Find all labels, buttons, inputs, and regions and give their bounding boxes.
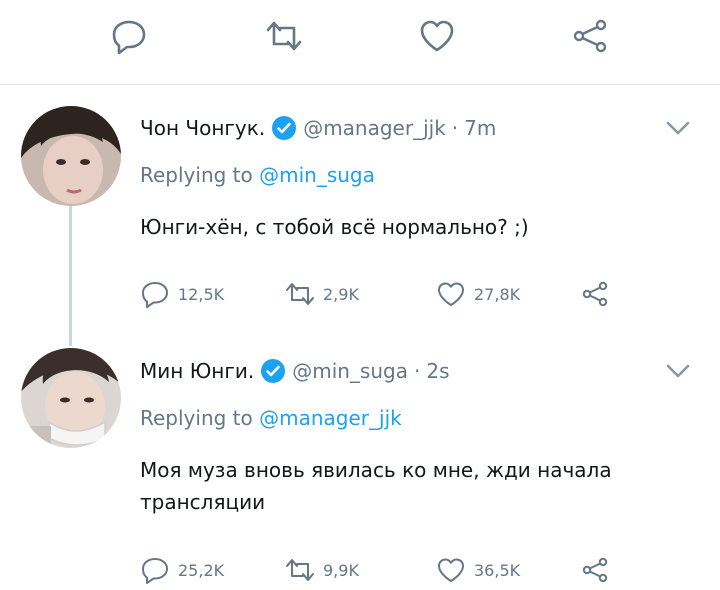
display-name[interactable]: Мин Юнги. bbox=[140, 359, 254, 383]
reply-button[interactable] bbox=[107, 14, 151, 58]
tweet-header: Чон Чонгук. @manager_jjk · 7m bbox=[140, 113, 496, 143]
share-button[interactable] bbox=[568, 14, 612, 58]
timestamp[interactable]: 7m bbox=[464, 116, 496, 140]
share-icon bbox=[582, 557, 608, 583]
tweet-actions: 12,5K 2,9K 27,8K bbox=[140, 277, 640, 311]
tweet-actions: 25,2K 9,9K 36,5K bbox=[140, 553, 640, 587]
user-handle[interactable]: @manager_jjk bbox=[303, 116, 446, 140]
retweet-icon bbox=[286, 283, 314, 305]
reply-icon bbox=[112, 20, 146, 55]
like-button[interactable]: 36,5K bbox=[436, 553, 520, 587]
share-icon bbox=[573, 19, 607, 53]
retweet-count: 9,9K bbox=[323, 560, 359, 580]
reply-button[interactable]: 25,2K bbox=[140, 553, 224, 587]
separator-dot: · bbox=[451, 116, 459, 140]
tweet-header: Мин Юнги. @min_suga · 2s bbox=[140, 356, 450, 386]
like-button[interactable] bbox=[415, 14, 459, 58]
chevron-down-icon[interactable] bbox=[664, 357, 692, 385]
user-handle[interactable]: @min_suga bbox=[292, 359, 408, 383]
share-button[interactable] bbox=[580, 553, 610, 587]
chevron-down-icon[interactable] bbox=[664, 114, 692, 142]
retweet-button[interactable]: 2,9K bbox=[285, 277, 359, 311]
reply-icon bbox=[142, 558, 168, 584]
avatar[interactable] bbox=[21, 106, 121, 206]
retweet-icon bbox=[286, 559, 314, 581]
display-name[interactable]: Чон Чонгук. bbox=[140, 116, 265, 140]
share-icon bbox=[582, 281, 608, 307]
reply-icon bbox=[142, 282, 168, 308]
replying-mention-link[interactable]: @manager_jjk bbox=[259, 406, 402, 430]
top-action-bar bbox=[0, 0, 720, 85]
heart-icon bbox=[438, 282, 464, 306]
verified-badge-icon bbox=[272, 116, 297, 140]
reply-count: 12,5K bbox=[178, 284, 225, 304]
replying-to-line: Replying to @min_suga bbox=[140, 163, 375, 187]
reply-count: 25,2K bbox=[178, 560, 225, 580]
like-count: 27,8K bbox=[474, 284, 521, 304]
retweet-icon bbox=[266, 21, 302, 51]
replying-to-line: Replying to @manager_jjk bbox=[140, 406, 402, 430]
verified-badge-icon bbox=[261, 359, 286, 383]
heart-icon bbox=[438, 558, 464, 582]
reply-button[interactable]: 12,5K bbox=[140, 277, 224, 311]
thread-connector bbox=[69, 206, 72, 346]
replying-prefix: Replying to bbox=[140, 163, 253, 187]
avatar[interactable] bbox=[21, 348, 121, 448]
separator-dot: · bbox=[413, 359, 421, 383]
retweet-count: 2,9K bbox=[323, 284, 359, 304]
timestamp[interactable]: 2s bbox=[426, 359, 449, 383]
share-button[interactable] bbox=[580, 277, 610, 311]
heart-icon bbox=[420, 20, 454, 52]
replying-prefix: Replying to bbox=[140, 406, 253, 430]
tweet-text: Моя муза вновь явилась ко мне, жди начал… bbox=[140, 458, 612, 514]
like-button[interactable]: 27,8K bbox=[436, 277, 520, 311]
replying-mention-link[interactable]: @min_suga bbox=[259, 163, 375, 187]
retweet-button[interactable]: 9,9K bbox=[285, 553, 359, 587]
retweet-button[interactable] bbox=[262, 14, 306, 58]
like-count: 36,5K bbox=[474, 560, 521, 580]
tweet-text: Юнги-хён, с тобой всё нормально? ;) bbox=[140, 215, 529, 239]
